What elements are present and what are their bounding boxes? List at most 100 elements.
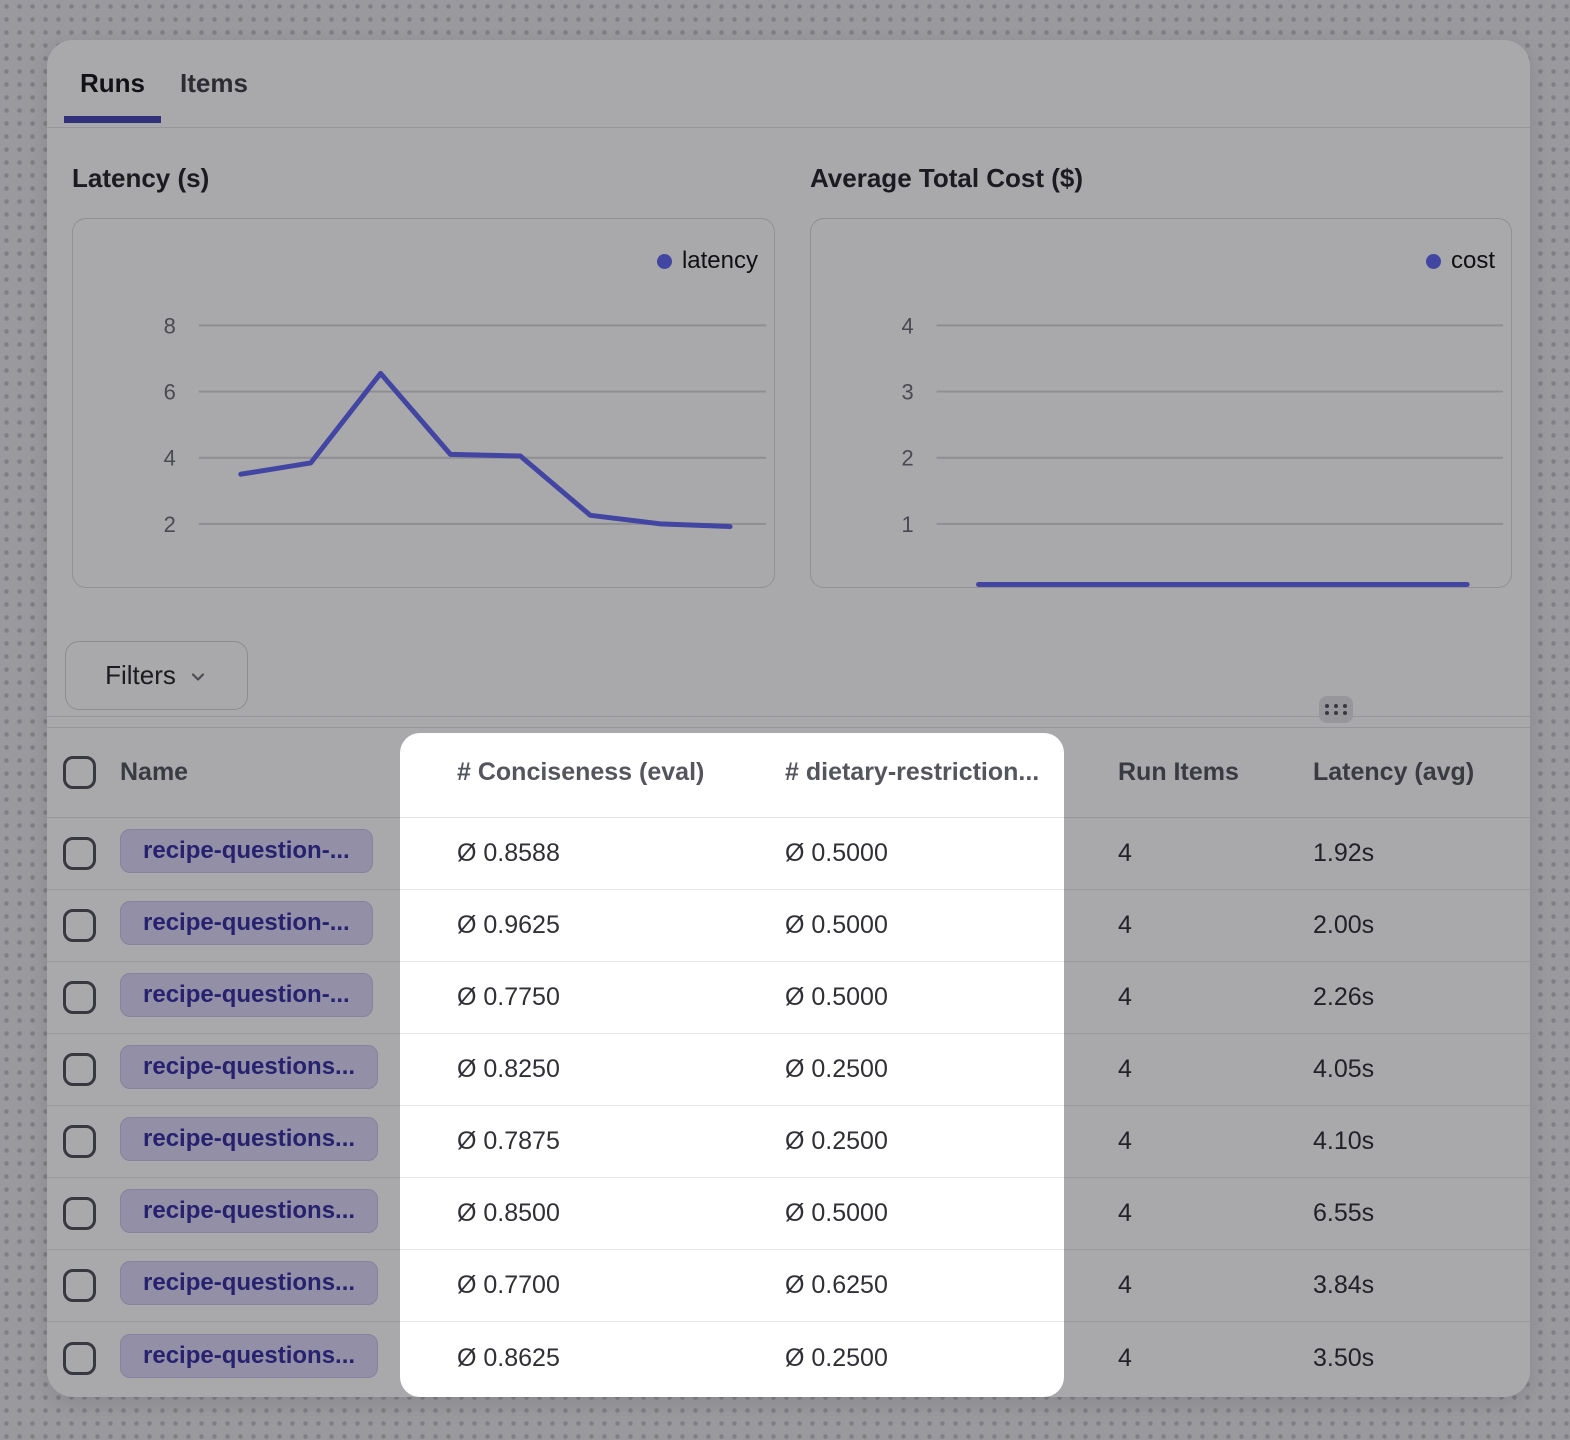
svg-text:3: 3 [902,380,914,405]
runs-panel: Runs Items Latency (s) 8 6 4 2 latency Aver… [47,40,1530,1397]
cell-latency-avg: 3.84s [1266,1271,1530,1300]
cost-legend-label: cost [1451,247,1495,275]
cell-dietary-restriction: Ø 0.5000 [738,839,1071,868]
row-checkbox[interactable] [63,981,96,1014]
cell-dietary-restriction: Ø 0.6250 [738,1271,1071,1300]
cell-conciseness: Ø 0.8588 [410,839,738,868]
table-row: recipe-questions... Ø 0.8500 Ø 0.5000 4 … [47,1178,1530,1250]
svg-text:2: 2 [164,512,176,537]
cost-chart-title: Average Total Cost ($) [810,163,1512,193]
run-name-badge[interactable]: recipe-question-... [120,901,373,945]
cell-latency-avg: 3.50s [1266,1344,1530,1373]
cell-conciseness: Ø 0.8250 [410,1055,738,1084]
cell-run-items: 4 [1071,983,1266,1012]
cell-dietary-restriction: Ø 0.2500 [738,1055,1071,1084]
grip-dots-icon [1325,704,1347,715]
cell-dietary-restriction: Ø 0.2500 [738,1127,1071,1156]
cell-run-items: 4 [1071,839,1266,868]
table-row: recipe-question-... Ø 0.9625 Ø 0.5000 4 … [47,890,1530,962]
tab-items-label: Items [180,68,248,99]
panel-resize-drag-handle[interactable] [1319,696,1353,723]
svg-text:1: 1 [902,512,914,537]
column-header-latency-avg: Latency (avg) [1266,758,1530,787]
cell-run-items: 4 [1071,1271,1266,1300]
cell-run-items: 4 [1071,1344,1266,1373]
cost-legend-dot-icon [1426,254,1441,269]
svg-text:8: 8 [164,313,176,338]
row-checkbox[interactable] [63,1342,96,1375]
table-row: recipe-question-... Ø 0.7750 Ø 0.5000 4 … [47,962,1530,1034]
app-background: { "tabs": [ { "label": "Runs", "active":… [0,0,1570,1440]
run-name-badge[interactable]: recipe-questions... [120,1045,378,1089]
column-header-name: Name [111,758,410,787]
tab-bar: Runs Items [47,40,1530,128]
tab-runs[interactable]: Runs [64,40,161,127]
cell-dietary-restriction: Ø 0.5000 [738,911,1071,940]
table-row: recipe-questions... Ø 0.7700 Ø 0.6250 4 … [47,1250,1530,1322]
svg-text:6: 6 [164,380,176,405]
run-name-badge[interactable]: recipe-questions... [120,1261,378,1305]
select-all-checkbox[interactable] [63,756,96,789]
latency-legend-label: latency [682,247,758,275]
cell-latency-avg: 6.55s [1266,1199,1530,1228]
table-header-row: Name # Conciseness (eval) # dietary-rest… [47,728,1530,818]
filters-button-label: Filters [105,660,176,691]
cell-conciseness: Ø 0.8625 [410,1344,738,1373]
table-row: recipe-questions... Ø 0.8250 Ø 0.2500 4 … [47,1034,1530,1106]
cell-conciseness: Ø 0.7700 [410,1271,738,1300]
latency-legend-dot-icon [657,254,672,269]
column-header-dietary-restriction: # dietary-restriction... [738,758,1071,787]
cost-chart-canvas: 4 3 2 1 [811,219,1511,587]
chevron-down-icon [188,667,208,687]
latency-chart-title: Latency (s) [72,163,775,193]
run-name-badge[interactable]: recipe-questions... [120,1117,378,1161]
tab-runs-label: Runs [80,68,145,99]
filters-button[interactable]: Filters [65,641,248,710]
cell-dietary-restriction: Ø 0.5000 [738,1199,1071,1228]
cell-latency-avg: 1.92s [1266,839,1530,868]
cell-dietary-restriction: Ø 0.2500 [738,1344,1071,1373]
cost-chart-group: Average Total Cost ($) 4 3 2 1 cost [810,163,1512,588]
row-checkbox[interactable] [63,1269,96,1302]
row-checkbox[interactable] [63,909,96,942]
svg-text:4: 4 [902,313,914,338]
table-row: recipe-questions... Ø 0.8625 Ø 0.2500 4 … [47,1322,1530,1394]
column-header-conciseness: # Conciseness (eval) [410,758,738,787]
cell-latency-avg: 4.05s [1266,1055,1530,1084]
run-name-badge[interactable]: recipe-question-... [120,829,373,873]
tab-items[interactable]: Items [164,40,264,127]
run-name-badge[interactable]: recipe-questions... [120,1334,378,1378]
cell-run-items: 4 [1071,1127,1266,1156]
cell-conciseness: Ø 0.9625 [410,911,738,940]
row-checkbox[interactable] [63,1053,96,1086]
latency-chart: 8 6 4 2 latency [72,218,775,588]
row-checkbox[interactable] [63,1197,96,1230]
svg-text:2: 2 [902,446,914,471]
cell-conciseness: Ø 0.7750 [410,983,738,1012]
latency-chart-group: Latency (s) 8 6 4 2 latency [72,163,775,588]
table-row: recipe-questions... Ø 0.7875 Ø 0.2500 4 … [47,1106,1530,1178]
cell-dietary-restriction: Ø 0.5000 [738,983,1071,1012]
active-tab-underline [64,116,161,123]
cell-latency-avg: 2.26s [1266,983,1530,1012]
cell-latency-avg: 2.00s [1266,911,1530,940]
cost-chart: 4 3 2 1 cost [810,218,1512,588]
latency-legend: latency [657,247,758,275]
cell-conciseness: Ø 0.7875 [410,1127,738,1156]
row-checkbox[interactable] [63,837,96,870]
table-body: recipe-question-... Ø 0.8588 Ø 0.5000 4 … [47,818,1530,1394]
filters-row: Filters [47,628,1530,727]
charts-section: Latency (s) 8 6 4 2 latency Average Total C… [47,128,1530,628]
cell-run-items: 4 [1071,1199,1266,1228]
column-header-run-items: Run Items [1071,758,1266,787]
cost-legend: cost [1426,247,1495,275]
run-name-badge[interactable]: recipe-question-... [120,973,373,1017]
row-checkbox[interactable] [63,1125,96,1158]
runs-table: Name # Conciseness (eval) # dietary-rest… [47,727,1530,1397]
cell-latency-avg: 4.10s [1266,1127,1530,1156]
cell-conciseness: Ø 0.8500 [410,1199,738,1228]
run-name-badge[interactable]: recipe-questions... [120,1189,378,1233]
table-row: recipe-question-... Ø 0.8588 Ø 0.5000 4 … [47,818,1530,890]
svg-text:4: 4 [164,446,176,471]
cell-run-items: 4 [1071,1055,1266,1084]
